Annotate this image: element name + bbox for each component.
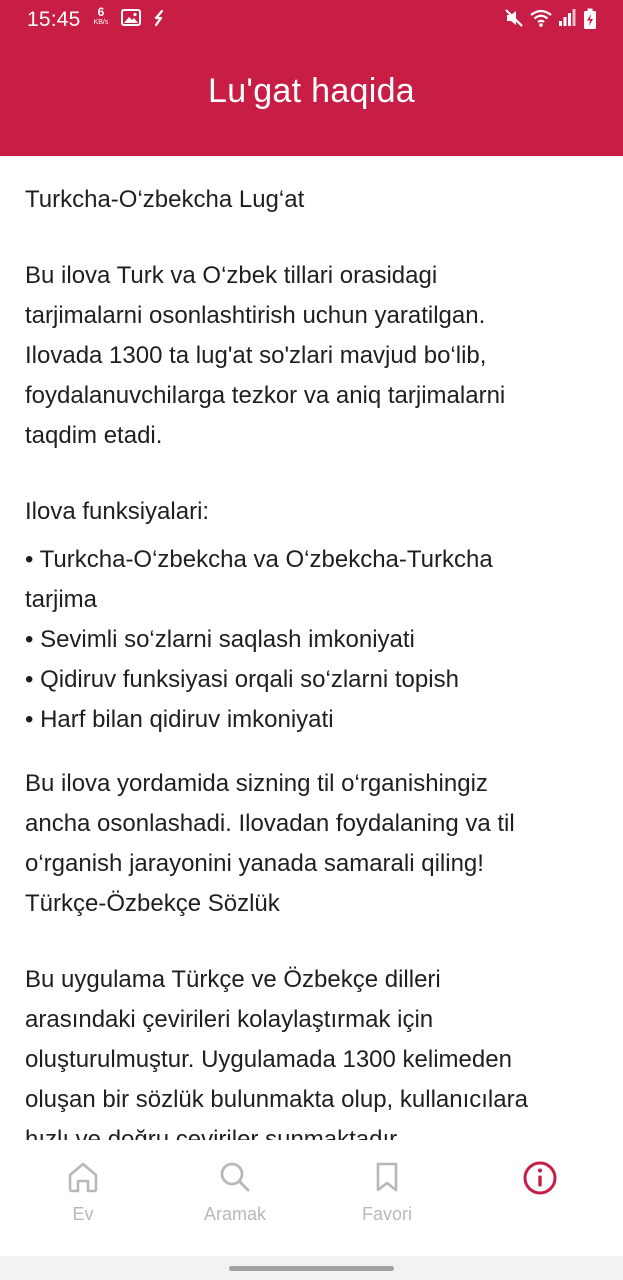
nav-home[interactable]: Ev [5,1160,161,1240]
signal-icon [558,8,576,33]
home-gesture-bar[interactable] [229,1266,394,1271]
heading-uz: Turkcha-O‘zbekcha Lug‘at [25,186,305,213]
page-title: Lu'gat haqida [207,72,416,110]
nav-favorites[interactable]: Favori [309,1160,465,1240]
feature-item: • Qidiruv funksiyasi orqali so‘zlarni to… [25,666,459,693]
status-time: 15:45 [27,8,81,31]
network-speed-unit: KB/s [93,19,109,26]
heading-tr: Türkçe-Özbekçe Sözlük [25,890,280,917]
nav-about[interactable] [462,1160,618,1240]
home-icon [68,1162,98,1193]
nav-search[interactable]: Aramak [157,1160,313,1240]
network-speed-value: 6 [97,5,105,19]
feature-item: • Turkcha-O‘zbekcha va O‘zbekcha-Turkcha… [25,546,493,613]
sync-icon [152,8,166,33]
nav-favorites-label: Favori [361,1204,412,1224]
info-icon [523,1161,557,1195]
features-title: Ilova funksiyalari: [25,498,210,525]
nav-search-label: Aramak [203,1204,266,1224]
battery-charging-icon [583,8,597,35]
about-content[interactable]: Turkcha-O‘zbekcha Lug‘at Bu ilova Turk v… [25,180,605,1140]
intro-tr: Bu uygulama Türkçe ve Özbekçe dilleri ar… [25,966,528,1140]
search-icon [220,1162,250,1192]
mute-icon [504,8,524,33]
feature-item: • Sevimli so‘zlarni saqlash imkoniyati [25,626,415,653]
app-header: 15:45 6 KB/s Lu'gat haqida [0,0,623,156]
wifi-icon [529,8,553,33]
bookmark-icon [376,1162,398,1192]
bottom-navigation: Ev Aramak Favori [0,1142,623,1256]
feature-item: • Harf bilan qidiruv imkoniyati [25,706,334,733]
status-bar: 15:45 6 KB/s [0,0,623,38]
nav-home-label: Ev [72,1204,94,1224]
image-icon [121,8,141,33]
gesture-area [0,1256,623,1280]
intro-uz: Bu ilova Turk va O‘zbek tillari orasidag… [25,262,506,449]
network-speed: 6 KB/s [90,6,112,26]
closing-uz: Bu ilova yordamida sizning til o‘rganish… [25,770,515,877]
